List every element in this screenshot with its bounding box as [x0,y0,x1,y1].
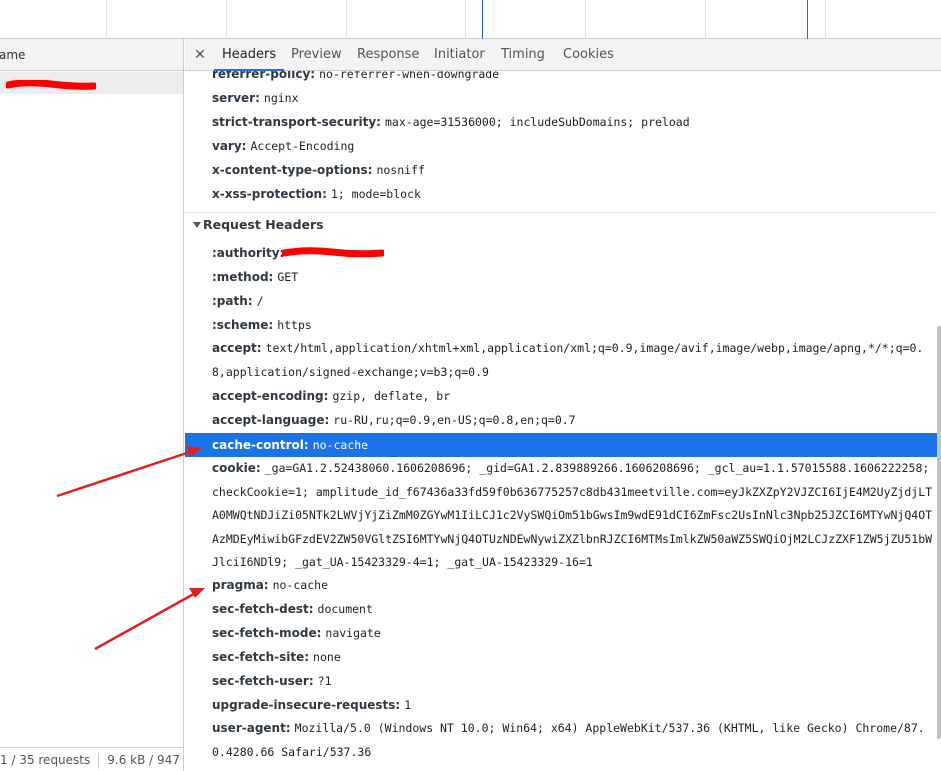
header-key: accept-language: [212,413,330,427]
header-key: :method: [212,270,274,284]
header-row: strict-transport-security: max-age=315360… [212,110,937,134]
triangle-down-icon[interactable] [193,222,201,228]
header-value: text/html,application/xhtml+xml,applicat… [212,341,924,379]
close-icon[interactable]: ✕ [193,47,207,63]
header-key: x-content-type-options: [212,163,373,177]
header-row: sec-fetch-dest: document [212,597,937,621]
header-key: user-agent: [212,721,291,735]
header-key: sec-fetch-user: [212,674,314,688]
header-row: x-content-type-options: nosniff [212,158,937,182]
header-row: pragma: no-cache [212,573,937,597]
header-key: upgrade-insecure-requests: [212,698,401,712]
header-row: upgrade-insecure-requests: 1 [212,693,937,717]
header-key: cookie: [212,461,261,475]
header-key: pragma: [212,578,269,592]
header-value: no-referrer-when-downgrade [319,71,500,81]
header-key: :authority: [212,246,285,260]
timeline-gridline [465,0,466,39]
header-key: :scheme: [212,318,274,332]
header-key: sec-fetch-site: [212,650,310,664]
header-value: ru-RU,ru;q=0.9,en-US;q=0.8,en;q=0.7 [333,413,576,427]
timeline-gridline [226,0,227,39]
header-key: x-xss-protection: [212,187,327,201]
header-value: none [313,650,341,664]
header-row: accept-language: ru-RU,ru;q=0.9,en-US;q=0… [212,408,937,432]
header-value: navigate [325,626,381,640]
request-list-panel: ame 1 / 35 requests 9.6 kB / 947 k [0,39,184,771]
load-marker [807,0,808,39]
scrollbar[interactable] [937,326,941,739]
headers-content: referrer-policy: no-referrer-when-downgra… [185,71,941,771]
tab-initiator[interactable]: Initiator [426,39,493,71]
header-row-selected[interactable]: cache-control: no-cache [212,433,937,457]
header-key: :path: [212,294,253,308]
timeline-gridline [825,0,826,39]
requests-count: 1 / 35 requests [0,753,91,767]
redaction-mark [282,247,384,258]
header-row: :path: / [212,289,937,313]
header-key: strict-transport-security: [212,115,381,129]
timeline-gridline [705,0,706,39]
header-value: 1; mode=block [330,187,421,201]
header-key: server: [212,91,260,105]
header-row: referrer-policy: no-referrer-when-downgra… [212,71,937,86]
header-key: accept: [212,341,262,355]
header-row: vary: Accept-Encoding [212,134,937,158]
header-row: accept-encoding: gzip, deflate, br [212,384,937,408]
request-status-bar: 1 / 35 requests 9.6 kB / 947 k [0,747,183,771]
header-row: cookie: _ga=GA1.2.52438060.1606208696; _g… [212,457,937,575]
header-row: x-xss-protection: 1; mode=block [212,182,937,206]
header-key: referrer-policy: [212,71,316,81]
header-value: nginx [263,91,299,105]
header-value: max-age=31536000; includeSubDomains; pre… [384,115,690,129]
header-row: :method: GET [212,265,937,289]
header-value: / [256,294,264,308]
name-column-label: ame [0,48,26,62]
tab-preview[interactable]: Preview [283,39,350,71]
header-row: user-agent: Mozilla/5.0 (Windows NT 10.0;… [212,717,937,764]
header-value: gzip, deflate, br [332,389,451,403]
redaction-mark [6,80,96,90]
header-value: 1 [404,698,412,712]
header-value: ?1 [317,674,332,688]
header-value: Accept-Encoding [250,139,355,153]
header-row: accept: text/html,application/xhtml+xml,a… [212,337,937,384]
header-value: Mozilla/5.0 (Windows NT 10.0; Win64; x64… [212,721,925,759]
tab-timing[interactable]: Timing [493,39,553,71]
header-value: document [317,602,373,616]
header-row: server: nginx [212,86,937,110]
header-key: sec-fetch-dest: [212,602,314,616]
header-row: sec-fetch-user: ?1 [212,669,937,693]
timeline-gridline [585,0,586,39]
header-value: nosniff [376,163,425,177]
request-headers-section[interactable]: Request Headers [185,212,937,242]
request-details-panel: ✕ Headers Preview Response Initiator Tim… [185,39,941,771]
name-column-header[interactable]: ame [0,39,183,71]
timeline-overview[interactable] [0,0,941,39]
header-value: https [277,318,312,332]
header-value: _ga=GA1.2.52438060.1606208696; _gid=GA1.… [212,461,933,569]
tab-headers[interactable]: Headers [214,39,285,71]
header-value: no-cache [272,578,328,592]
tab-cookies[interactable]: Cookies [555,39,622,71]
timeline-gridline [346,0,347,39]
header-key: sec-fetch-mode: [212,626,322,640]
dom-content-loaded-marker [482,0,483,39]
timeline-gridline [106,0,107,39]
transfer-size: 9.6 kB / 947 k [107,753,183,767]
header-row: sec-fetch-mode: navigate [212,621,937,645]
header-row: sec-fetch-site: none [212,645,937,669]
header-key: cache-control: [212,438,309,452]
header-key: vary: [212,139,247,153]
header-value: no-cache [312,438,369,452]
section-title: Request Headers [203,217,324,232]
header-row: :scheme: https [212,313,937,337]
details-tabbar: ✕ Headers Preview Response Initiator Tim… [185,39,941,71]
header-value: GET [277,270,299,284]
tab-response[interactable]: Response [349,39,427,71]
header-key: accept-encoding: [212,389,329,403]
